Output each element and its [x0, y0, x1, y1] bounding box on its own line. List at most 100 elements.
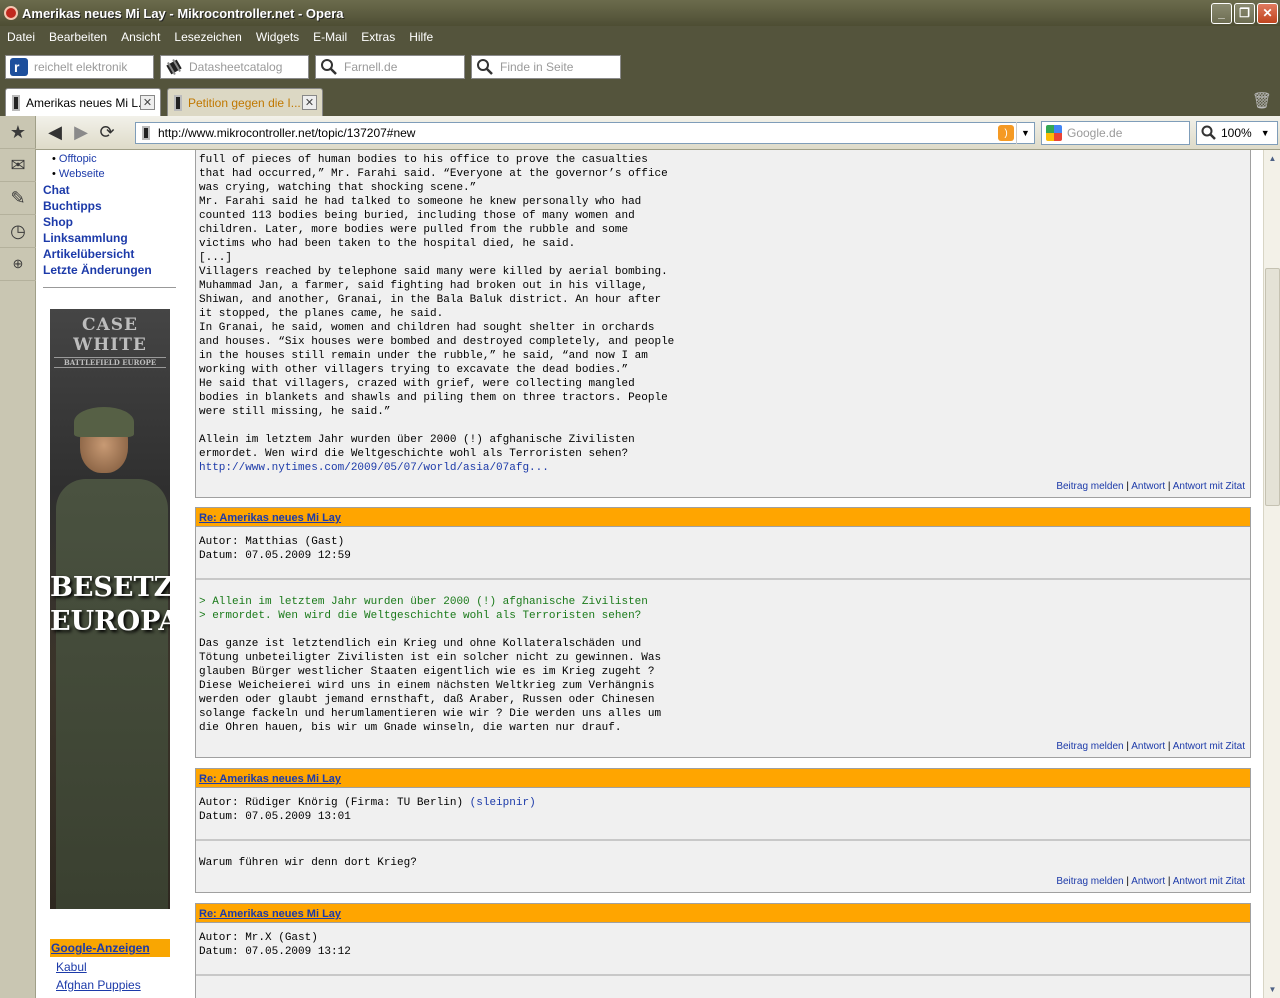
forward-arrow-icon[interactable]: ▶	[68, 120, 94, 146]
reply-link[interactable]: Antwort	[1131, 876, 1165, 887]
panel-selector: ★ ✉ ✎ ◷ ⊕	[0, 116, 36, 998]
menu-datei[interactable]: Datei	[0, 30, 42, 44]
post-author: Autor: Mr.X (Gast)	[199, 932, 318, 944]
banner-slogan: BESETZE EUROPA!	[50, 572, 170, 637]
address-bar[interactable]: http://www.mikrocontroller.net/topic/137…	[135, 122, 1035, 144]
reload-icon[interactable]: ⟳	[94, 120, 120, 146]
post-actions: Beitrag melden | Antwort | Antwort mit Z…	[1056, 481, 1245, 492]
zoom-level: 100%	[1221, 126, 1252, 140]
site-sidebar: Offtopic Webseite Chat Buchtipps Shop Li…	[36, 150, 186, 998]
menu-lesezeichen[interactable]: Lesezeichen	[167, 30, 248, 44]
reply-quote-link[interactable]: Antwort mit Zitat	[1173, 481, 1245, 492]
sidebar-link-shop[interactable]: Shop	[43, 215, 73, 229]
sidebar-link-letzte-aenderungen[interactable]: Letzte Änderungen	[43, 263, 152, 277]
menu-bar: Datei Bearbeiten Ansicht Lesezeichen Wid…	[0, 26, 1280, 48]
report-post-link[interactable]: Beitrag melden	[1056, 876, 1123, 887]
reply-link[interactable]: Antwort	[1131, 481, 1165, 492]
minimize-button[interactable]: _	[1211, 2, 1232, 24]
svg-text:r: r	[14, 59, 20, 75]
advertisement-banner[interactable]: CASE WHITE BATTLEFIELD EUROPE BESETZE EU…	[50, 309, 170, 909]
tab-petition[interactable]: Petition gegen die I... ✕	[167, 88, 323, 116]
close-tab-icon[interactable]: ✕	[140, 95, 155, 110]
nytimes-link[interactable]: http://www.nytimes.com/2009/05/07/world/…	[199, 461, 1247, 475]
post-title-link[interactable]: Re: Amerikas neues Mi Lay	[199, 908, 341, 920]
opera-icon	[4, 6, 18, 20]
post-meta: Autor: Rüdiger Knörig (Firma: TU Berlin)…	[196, 788, 1250, 841]
chip-icon	[163, 56, 185, 78]
reichelt-search-field[interactable]: r reichelt elektronik	[5, 55, 154, 79]
close-tab-icon[interactable]: ✕	[302, 95, 317, 110]
tab-label: Amerikas neues Mi L...	[26, 95, 149, 110]
page-content: Offtopic Webseite Chat Buchtipps Shop Li…	[36, 150, 1263, 998]
quoted-text: > Allein im letztem Jahr wurden über 200…	[199, 596, 648, 608]
tab-amerikas[interactable]: Amerikas neues Mi L... ✕	[5, 88, 161, 116]
back-arrow-icon[interactable]: ◀	[42, 120, 68, 146]
zoom-dropdown-icon[interactable]: ▼	[1261, 128, 1270, 138]
ad-link-kabul[interactable]: Kabul	[56, 960, 87, 974]
ad-link-afghan-puppies[interactable]: Afghan Puppies	[56, 978, 141, 992]
notes-pen-icon[interactable]: ✎	[0, 182, 36, 215]
scroll-up-arrow-icon[interactable]: ▲	[1264, 150, 1280, 167]
menu-extras[interactable]: Extras	[354, 30, 402, 44]
forum-post: Re: Amerikas neues Mi Lay Autor: Mr.X (G…	[195, 903, 1251, 998]
bookmarks-star-icon[interactable]: ★	[0, 116, 36, 149]
search-toolbar: r reichelt elektronik Datasheetcatalog F…	[0, 48, 1280, 86]
page-icon	[12, 94, 20, 111]
scroll-down-arrow-icon[interactable]: ▼	[1264, 981, 1280, 998]
sidebar-link-chat[interactable]: Chat	[43, 183, 70, 197]
tab-label: Petition gegen die I...	[188, 95, 301, 110]
history-clock-icon[interactable]: ◷	[0, 215, 36, 248]
sidebar-link-linksammlung[interactable]: Linksammlung	[43, 231, 128, 245]
farnell-search-field[interactable]: Farnell.de	[315, 55, 465, 79]
reichelt-logo-icon: r	[8, 56, 30, 78]
mail-icon[interactable]: ✉	[0, 149, 36, 182]
menu-email[interactable]: E-Mail	[306, 30, 354, 44]
scrollbar-thumb[interactable]	[1265, 268, 1280, 506]
post-actions: Beitrag melden | Antwort | Antwort mit Z…	[1056, 876, 1245, 887]
reply-quote-link[interactable]: Antwort mit Zitat	[1173, 876, 1245, 887]
menu-ansicht[interactable]: Ansicht	[114, 30, 167, 44]
sidebar-link-artikeluebersicht[interactable]: Artikelübersicht	[43, 247, 134, 261]
add-panel-icon[interactable]: ⊕	[0, 248, 36, 281]
address-dropdown-icon[interactable]: ▼	[1016, 122, 1034, 144]
close-window-button[interactable]: ✕	[1257, 2, 1278, 24]
reply-quote-link[interactable]: Antwort mit Zitat	[1173, 741, 1245, 752]
datasheet-search-placeholder: Datasheetcatalog	[189, 60, 283, 74]
datasheet-search-field[interactable]: Datasheetcatalog	[160, 55, 309, 79]
find-in-page-placeholder: Finde in Seite	[500, 60, 574, 74]
zoom-magnifier-icon	[1201, 125, 1216, 140]
forum-thread: full of pieces of human bodies to his of…	[195, 150, 1251, 998]
page-icon	[142, 126, 150, 140]
report-post-link[interactable]: Beitrag melden	[1056, 481, 1123, 492]
menu-hilfe[interactable]: Hilfe	[402, 30, 440, 44]
reply-link[interactable]: Antwort	[1131, 741, 1165, 752]
menu-widgets[interactable]: Widgets	[249, 30, 306, 44]
post-title-link[interactable]: Re: Amerikas neues Mi Lay	[199, 773, 341, 785]
sidebar-link-offtopic[interactable]: Offtopic	[52, 153, 97, 165]
vertical-scrollbar[interactable]: ▲ ▼	[1263, 150, 1280, 998]
rss-feed-icon[interactable]: )	[998, 125, 1014, 141]
banner-soldier-body	[56, 479, 168, 909]
farnell-search-placeholder: Farnell.de	[344, 60, 398, 74]
google-search-placeholder: Google.de	[1067, 126, 1123, 140]
find-in-page-field[interactable]: Finde in Seite	[471, 55, 621, 79]
google-ads-title[interactable]: Google-Anzeigen	[50, 939, 170, 957]
post-title-link[interactable]: Re: Amerikas neues Mi Lay	[199, 512, 341, 524]
zoom-control[interactable]: 100% ▼	[1196, 121, 1278, 145]
report-post-link[interactable]: Beitrag melden	[1056, 741, 1123, 752]
post-author: Autor: Rüdiger Knörig (Firma: TU Berlin)	[199, 797, 464, 809]
reichelt-search-placeholder: reichelt elektronik	[34, 60, 128, 74]
banner-soldier-helmet	[74, 407, 134, 437]
maximize-button[interactable]: ❐	[1234, 2, 1255, 24]
post-body: Warum führen wir denn dort Krieg?	[199, 857, 417, 869]
trash-icon[interactable]: 🗑	[1252, 91, 1272, 111]
page-icon	[174, 94, 182, 111]
author-profile-link[interactable]: (sleipnir)	[470, 797, 536, 809]
navigation-bar: ◀ ▶ ⟳ http://www.mikrocontroller.net/top…	[36, 116, 1280, 150]
sidebar-link-buchtipps[interactable]: Buchtipps	[43, 199, 102, 213]
post-meta: Autor: Matthias (Gast) Datum: 07.05.2009 …	[196, 527, 1250, 580]
google-search-field[interactable]: Google.de	[1041, 121, 1190, 145]
post-date: Datum: 07.05.2009 12:59	[199, 550, 351, 562]
menu-bearbeiten[interactable]: Bearbeiten	[42, 30, 114, 44]
sidebar-link-webseite[interactable]: Webseite	[52, 168, 105, 180]
